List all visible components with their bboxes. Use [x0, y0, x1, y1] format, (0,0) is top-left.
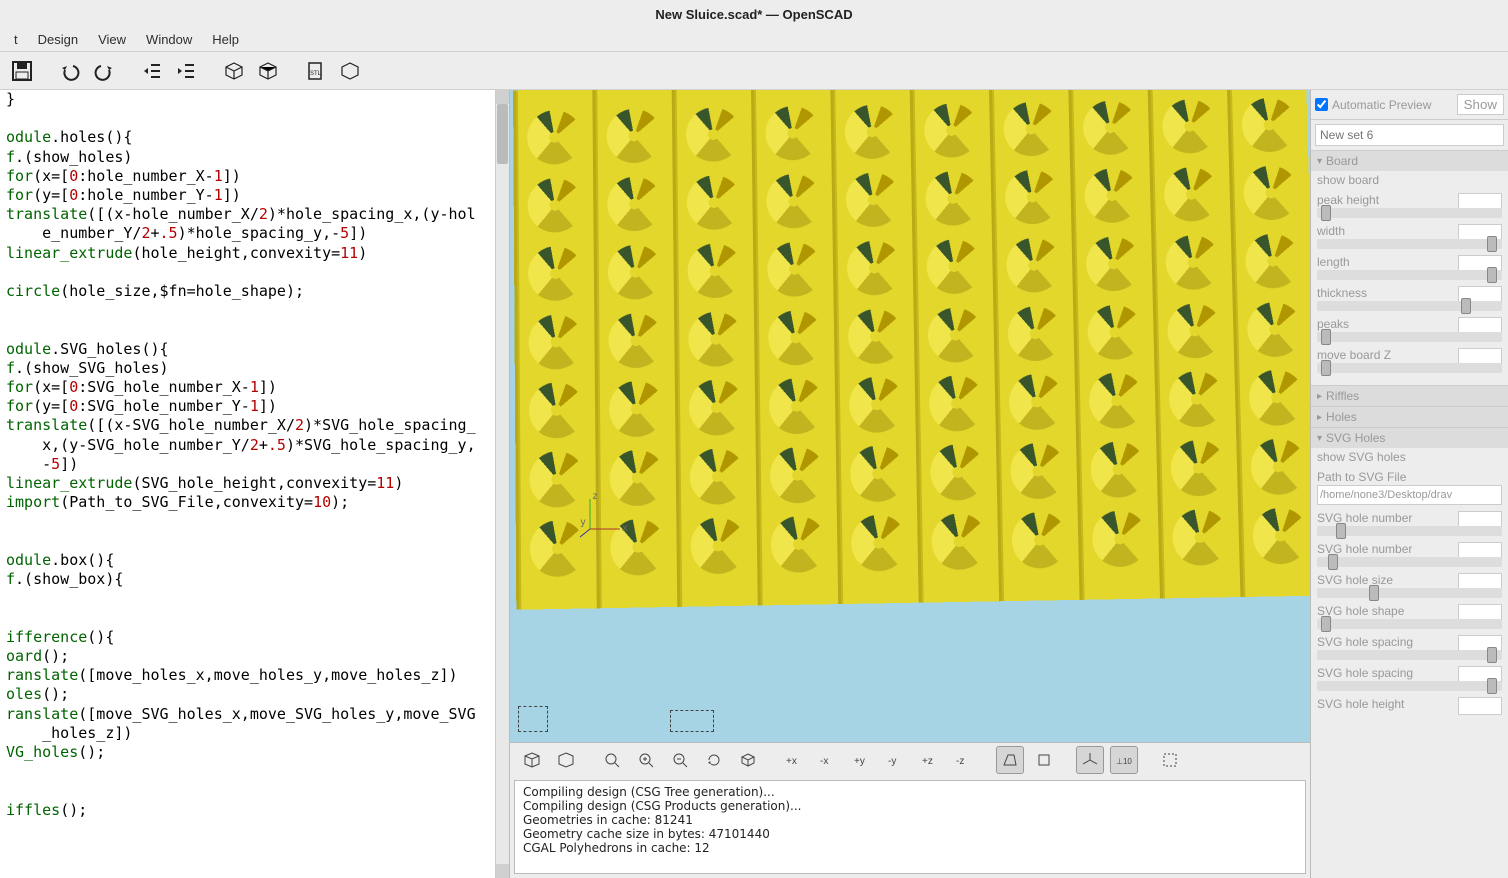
- menu-t[interactable]: t: [14, 32, 18, 47]
- indent-icon[interactable]: [172, 57, 200, 85]
- axis-plus-z-icon[interactable]: +z: [916, 746, 944, 774]
- menu-help[interactable]: Help: [212, 32, 239, 47]
- preview-icon[interactable]: [220, 57, 248, 85]
- group-riffles-header[interactable]: Riffles: [1311, 386, 1508, 406]
- svg-text:y: y: [580, 517, 586, 528]
- send-icon[interactable]: [336, 57, 364, 85]
- move-board-z-slider[interactable]: [1317, 363, 1502, 373]
- console-line: Geometry cache size in bytes: 47101440: [523, 827, 770, 841]
- svg-size-slider[interactable]: [1317, 588, 1502, 598]
- axis-minus-y-icon[interactable]: -y: [882, 746, 910, 774]
- svg-spacing-x-slider[interactable]: [1317, 650, 1502, 660]
- svg-path-input[interactable]: [1317, 485, 1502, 505]
- path-label: Path to SVG File: [1317, 470, 1502, 484]
- svg-text:+z: +z: [922, 756, 933, 767]
- show-edges-icon[interactable]: [1156, 746, 1184, 774]
- peak-height-slider[interactable]: [1317, 208, 1502, 218]
- svg-num-y-slider[interactable]: [1317, 557, 1502, 567]
- window-titlebar: New Sluice.scad* — OpenSCAD: [0, 0, 1508, 28]
- peaks-slider[interactable]: [1317, 332, 1502, 342]
- svg-text:+x: +x: [786, 756, 797, 767]
- width-slider[interactable]: [1317, 239, 1502, 249]
- axis-plus-y-icon[interactable]: +y: [848, 746, 876, 774]
- axis-minus-x-icon[interactable]: -x: [814, 746, 842, 774]
- svg-text:+y: +y: [854, 756, 865, 767]
- unindent-icon[interactable]: [138, 57, 166, 85]
- axis-plus-x-icon[interactable]: +x: [780, 746, 808, 774]
- length-slider[interactable]: [1317, 270, 1502, 280]
- show-svg-holes-label: show SVG holes: [1317, 450, 1502, 464]
- parameter-set-input[interactable]: [1315, 124, 1504, 146]
- svg-num-x-slider[interactable]: [1317, 526, 1502, 536]
- console-line: Geometries in cache: 81241: [523, 813, 693, 827]
- menu-view[interactable]: View: [98, 32, 126, 47]
- svg-text:-z: -z: [956, 756, 964, 767]
- svg-text:z: z: [592, 491, 598, 502]
- svg-text:-y: -y: [888, 756, 896, 767]
- axis-minus-z-icon[interactable]: -z: [950, 746, 978, 774]
- main-toolbar: STL: [0, 52, 1508, 90]
- orthographic-icon[interactable]: [1030, 746, 1058, 774]
- thickness-slider[interactable]: [1317, 301, 1502, 311]
- svg-text:⊥10: ⊥10: [1116, 757, 1132, 766]
- console-output[interactable]: Compiling design (CSG Tree generation)..…: [514, 780, 1306, 874]
- auto-preview-label: Automatic Preview: [1332, 98, 1431, 112]
- customizer-panel: Automatic Preview Show Board show board …: [1310, 90, 1508, 878]
- show-button[interactable]: Show: [1457, 94, 1504, 115]
- menu-design[interactable]: Design: [38, 32, 78, 47]
- menu-window[interactable]: Window: [146, 32, 192, 47]
- scrollbar-thumb[interactable]: [497, 104, 508, 164]
- code-editor[interactable]: } odule.holes(){ f.(show_holes) for(x=[0…: [0, 90, 495, 878]
- redo-icon[interactable]: [90, 57, 118, 85]
- menubar: t Design View Window Help: [0, 28, 1508, 52]
- group-holes-header[interactable]: Holes: [1311, 407, 1508, 427]
- viewport-toolbar: +x -x +y -y +z -z ⊥10: [510, 742, 1310, 776]
- code-editor-pane: } odule.holes(){ f.(show_holes) for(x=[0…: [0, 90, 510, 878]
- svg-height-input[interactable]: [1458, 697, 1502, 715]
- zoom-in-icon[interactable]: [632, 746, 660, 774]
- rendered-model: [513, 90, 1310, 610]
- show-scale-icon[interactable]: ⊥10: [1110, 746, 1138, 774]
- group-board-header[interactable]: Board: [1311, 151, 1508, 171]
- undo-icon[interactable]: [56, 57, 84, 85]
- reset-view-icon[interactable]: [700, 746, 728, 774]
- axis-indicator: z x y: [580, 489, 630, 542]
- auto-preview-checkbox[interactable]: [1315, 98, 1328, 111]
- render-icon[interactable]: [254, 57, 282, 85]
- group-svg-holes-header[interactable]: SVG Holes: [1311, 428, 1508, 448]
- zoom-out-icon[interactable]: [666, 746, 694, 774]
- save-icon[interactable]: [8, 57, 36, 85]
- svg-spacing-y-slider[interactable]: [1317, 681, 1502, 691]
- view-iso-icon[interactable]: [734, 746, 762, 774]
- export-stl-icon[interactable]: STL: [302, 57, 330, 85]
- render-cube-icon[interactable]: [552, 746, 580, 774]
- svg-shape-slider[interactable]: [1317, 619, 1502, 629]
- show-axes-icon[interactable]: [1076, 746, 1104, 774]
- editor-scrollbar[interactable]: [495, 90, 509, 878]
- preview-cube-icon[interactable]: [518, 746, 546, 774]
- svg-text:x: x: [622, 523, 628, 534]
- console-line: Compiling design (CSG Tree generation)..…: [523, 785, 775, 799]
- show-board-label: show board: [1317, 173, 1502, 187]
- perspective-icon[interactable]: [996, 746, 1024, 774]
- console-line: Compiling design (CSG Products generatio…: [523, 799, 802, 813]
- svg-text:STL: STL: [310, 71, 322, 77]
- console-line: CGAL Polyhedrons in cache: 12: [523, 841, 710, 855]
- window-title: New Sluice.scad* — OpenSCAD: [655, 7, 852, 22]
- 3d-viewport[interactable]: z x y: [510, 90, 1310, 742]
- zoom-all-icon[interactable]: [598, 746, 626, 774]
- svg-text:-x: -x: [820, 756, 828, 767]
